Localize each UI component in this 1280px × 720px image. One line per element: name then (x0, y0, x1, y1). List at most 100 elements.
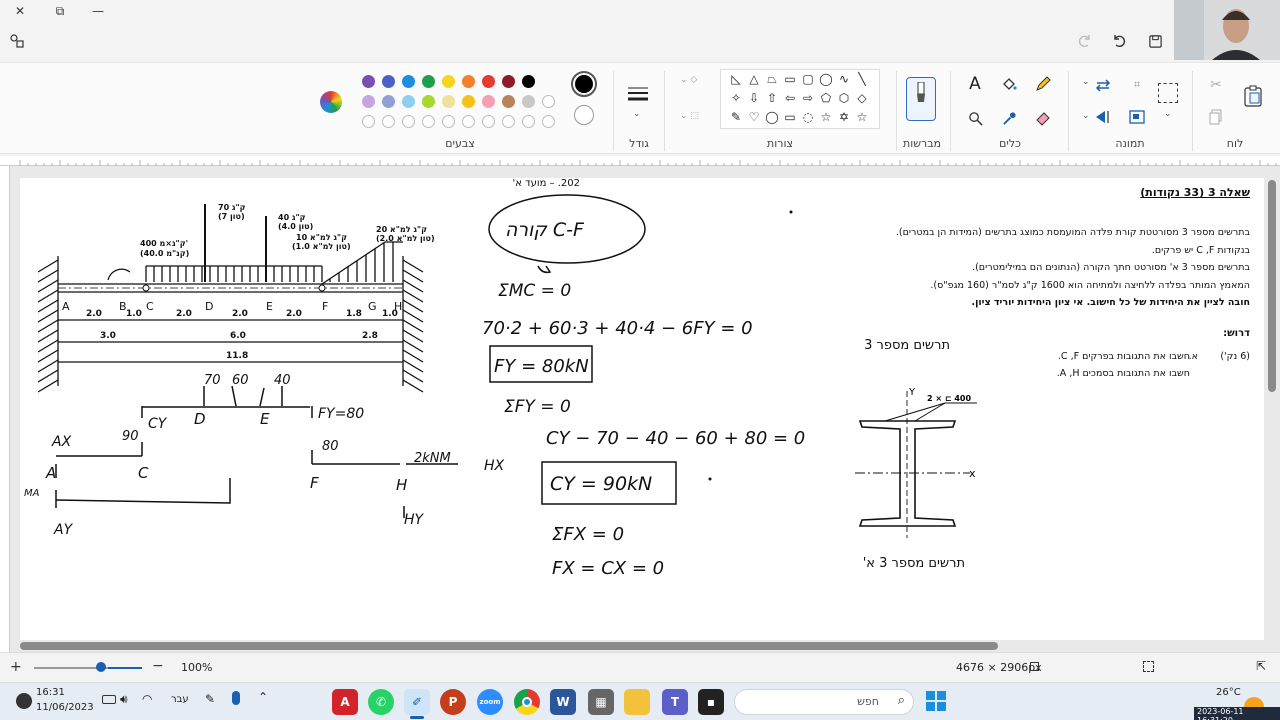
canvas-image[interactable]: 202. – מועד א' שאלה 3 (33 נקודות) בתרשים… (20, 178, 1264, 640)
pencil-icon[interactable] (1032, 73, 1054, 95)
color-swatch[interactable] (502, 95, 515, 108)
chevron-down-icon[interactable]: ⌄ (1164, 109, 1172, 119)
color-swatch[interactable] (462, 95, 475, 108)
color-swatch[interactable] (382, 75, 395, 88)
cut-icon[interactable]: ✂ (1206, 75, 1226, 95)
color-swatch[interactable] (502, 75, 515, 88)
terminal-app-icon[interactable]: ▪ (698, 689, 724, 715)
paste-icon[interactable] (1240, 81, 1266, 111)
text-tool-icon[interactable]: A (964, 73, 986, 95)
zoom-in-icon[interactable]: + (10, 659, 22, 675)
color-swatch[interactable] (482, 95, 495, 108)
shape-option[interactable]: ✎ (727, 110, 745, 129)
shape-option[interactable]: ⇨ (799, 91, 817, 110)
color-swatch[interactable] (442, 95, 455, 108)
restore-icon[interactable]: ⧉ (48, 0, 72, 22)
color-picker-icon[interactable] (998, 107, 1020, 129)
microphone-icon[interactable] (232, 691, 240, 705)
shape-option[interactable]: ⬠ (817, 91, 835, 110)
shape-option[interactable]: ◯ (763, 110, 781, 129)
color-swatch[interactable] (522, 95, 535, 108)
crop-icon[interactable]: ⌗ (1126, 75, 1148, 95)
whatsapp-app-icon[interactable]: ✆ (368, 689, 394, 715)
shape-option[interactable]: ☆ (853, 110, 871, 129)
select-icon[interactable] (1158, 83, 1178, 103)
color-swatch[interactable] (542, 95, 555, 108)
shape-option[interactable]: ◇ (853, 91, 871, 110)
shape-option[interactable]: ▢ (799, 72, 817, 91)
shape-option[interactable]: ♡ (745, 110, 763, 129)
color-swatch[interactable] (402, 75, 415, 88)
zoom-slider-thumb[interactable] (96, 662, 106, 672)
shape-option[interactable]: ╲ (853, 72, 871, 91)
word-app-icon[interactable]: W (550, 689, 576, 715)
color-swatch[interactable] (422, 95, 435, 108)
fit-icon[interactable] (1143, 661, 1154, 672)
language-indicator[interactable]: עבר (171, 694, 189, 705)
chrome-app-icon[interactable] (514, 689, 540, 715)
shapes-gallery[interactable]: ◺ △ ⏢ ▭ ▢ ◯ ∿ ╲ ✧ ⇩ ⇧ ⇦ ⇨ ⬠ ⬡ ◇ ✎ ♡ ◯ ▭ ◌ ☆ ✡ ☆ (720, 69, 880, 129)
color-swatch[interactable] (422, 75, 435, 88)
powerpoint-app-icon[interactable]: P (440, 689, 466, 715)
shape-option[interactable]: ☆ (817, 110, 835, 129)
color-swatch[interactable] (442, 115, 455, 128)
shape-option[interactable]: ⇧ (763, 91, 781, 110)
shape-outline-icon[interactable]: ⌄ ◇ (680, 75, 697, 85)
chevron-up-icon[interactable]: ⌃ (258, 690, 268, 704)
fill-bucket-icon[interactable] (998, 73, 1020, 95)
shape-option[interactable]: △ (745, 72, 763, 91)
resize-icon[interactable] (1126, 107, 1148, 127)
shape-option[interactable]: ✡ (835, 110, 853, 129)
shape-option[interactable]: ◺ (727, 72, 745, 91)
shape-option[interactable]: ▭ (781, 110, 799, 129)
secondary-color-button[interactable] (574, 105, 594, 125)
settings-gear-icon[interactable] (16, 693, 32, 709)
color-swatch[interactable] (502, 115, 515, 128)
size-lines-icon[interactable] (625, 83, 651, 105)
shape-option[interactable]: ▭ (781, 72, 799, 91)
shape-option[interactable]: ✧ (727, 91, 745, 110)
chevron-down-icon[interactable]: ⌄ (633, 109, 641, 119)
shape-option[interactable]: ⇦ (781, 91, 799, 110)
rotate-icon[interactable] (1092, 75, 1114, 95)
shape-option[interactable]: ◯ (817, 72, 835, 91)
color-swatch[interactable] (542, 115, 555, 128)
magnifier-icon[interactable] (964, 107, 986, 129)
paint-app-icon[interactable]: ✐ (404, 689, 430, 715)
chevron-down-icon[interactable]: ⌄ (1082, 111, 1090, 121)
file-explorer-icon[interactable] (624, 689, 650, 715)
color-swatch[interactable] (402, 95, 415, 108)
shape-option[interactable]: ⇩ (745, 91, 763, 110)
color-swatch[interactable] (482, 115, 495, 128)
color-swatch[interactable] (442, 75, 455, 88)
minimize-icon[interactable]: — (86, 0, 110, 22)
color-swatch[interactable] (522, 75, 535, 88)
redo-icon[interactable] (1076, 32, 1094, 50)
color-wheel-icon[interactable] (320, 91, 342, 113)
shape-option[interactable]: ∿ (835, 72, 853, 91)
shape-option[interactable]: ⏢ (763, 72, 781, 91)
undo-icon[interactable] (1110, 32, 1128, 50)
settings-icon[interactable] (8, 32, 26, 50)
wifi-icon[interactable]: ◠ (142, 692, 152, 706)
color-swatch[interactable] (462, 75, 475, 88)
brushes-button[interactable] (906, 77, 936, 121)
canvas-area[interactable]: 202. – מועד א' שאלה 3 (33 נקודות) בתרשים… (0, 166, 1280, 652)
shape-option[interactable]: ◌ (799, 110, 817, 129)
search-box[interactable]: חפש ⌕ (734, 689, 914, 715)
calculator-app-icon[interactable]: ▦ (588, 689, 614, 715)
color-swatch[interactable] (382, 95, 395, 108)
save-icon[interactable] (1146, 32, 1164, 50)
color-swatch[interactable] (422, 115, 435, 128)
color-swatch[interactable] (362, 75, 375, 88)
zoom-out-icon[interactable]: − (152, 658, 164, 674)
color-swatch[interactable] (362, 115, 375, 128)
battery-icon[interactable] (102, 695, 116, 704)
pen-icon[interactable]: ✎ (205, 692, 215, 706)
volume-icon[interactable]: 🔊︎ (120, 692, 128, 707)
color-swatch[interactable] (462, 115, 475, 128)
vertical-scrollbar[interactable] (1268, 180, 1276, 392)
horizontal-scrollbar[interactable] (20, 642, 998, 650)
zoom-app-icon[interactable]: zoom (477, 689, 503, 715)
windows-start-icon[interactable] (926, 691, 946, 711)
